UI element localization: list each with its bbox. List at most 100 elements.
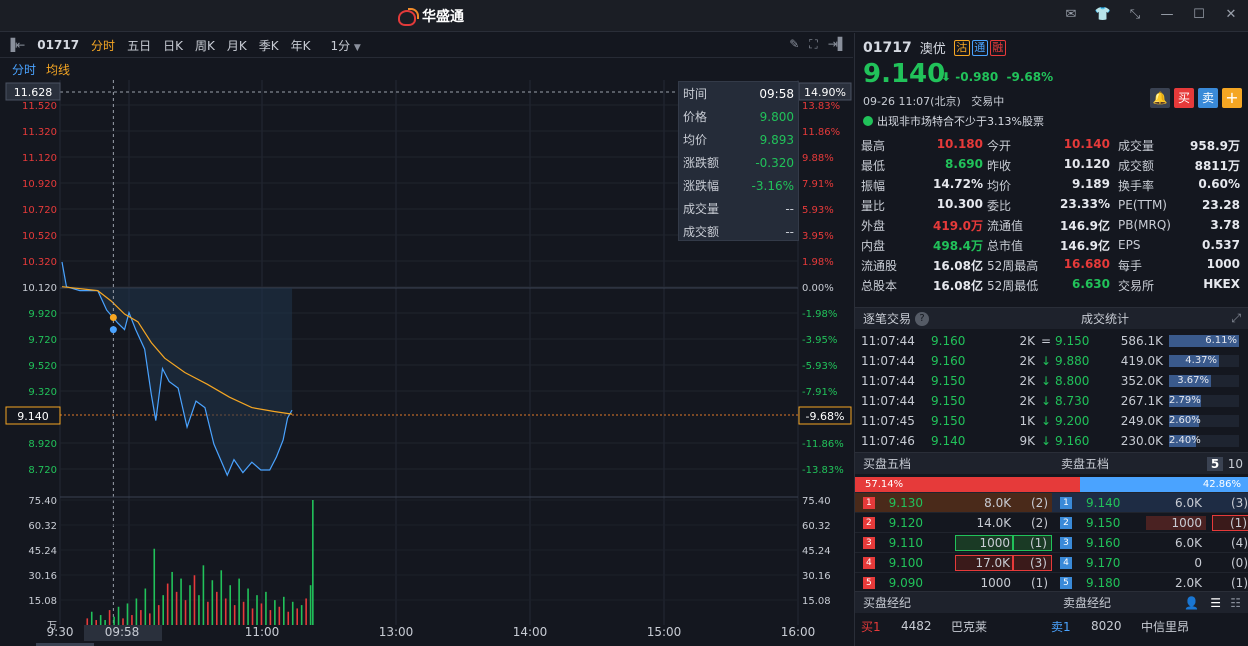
vol-price: 8.800 bbox=[1055, 374, 1090, 388]
stats-cell: 52周最高 16.680 bbox=[985, 257, 1112, 274]
sell-button[interactable]: 卖 bbox=[1198, 88, 1218, 108]
bid-level-index: 1 bbox=[863, 496, 875, 509]
mail-icon[interactable]: ✉ bbox=[1062, 7, 1080, 22]
volume-bar bbox=[269, 610, 272, 625]
price-tick-label: 9.520 bbox=[28, 361, 57, 372]
stats-value: 0.537 bbox=[1202, 238, 1240, 252]
shrink-icon[interactable]: ⤡ bbox=[1126, 7, 1144, 22]
tab-period-0[interactable]: 分时 bbox=[85, 37, 121, 54]
close-icon[interactable]: ✕ bbox=[1222, 7, 1240, 22]
tooltip-value: 9.800 bbox=[759, 109, 794, 124]
tick-row: 11:07:46 9.140 9K ↓ bbox=[861, 431, 1051, 451]
price-tick-label: 9.320 bbox=[28, 387, 57, 398]
tooltip-key: 时间 bbox=[683, 87, 708, 101]
down-arrow-icon: ⬇ bbox=[941, 70, 952, 84]
fullscreen-icon[interactable]: ⛶ bbox=[809, 37, 817, 52]
ask-price: 9.180 bbox=[1086, 575, 1121, 590]
app-brand: 华盛通 bbox=[398, 6, 464, 26]
tab-period-5[interactable]: 季K bbox=[253, 37, 285, 54]
vol-bar: 4.37% bbox=[1169, 355, 1220, 367]
down-arrow-icon: ↓ bbox=[1040, 414, 1051, 428]
quote-actions: 🔔 买 卖 + bbox=[1150, 88, 1242, 108]
sidebar-toggle-icon[interactable]: ▐⇤ bbox=[0, 38, 31, 52]
crosshair-time-label: 09:58 bbox=[105, 625, 140, 639]
levels-10-button[interactable]: 10 bbox=[1228, 457, 1243, 471]
stats-value: 10.140 bbox=[1063, 136, 1110, 151]
vol-stats-title[interactable]: 成交统计 bbox=[1081, 310, 1129, 327]
volume-bar bbox=[274, 600, 276, 625]
pencil-icon[interactable]: ✎ bbox=[789, 37, 799, 52]
tooltip-row: 均价 9.893 bbox=[679, 128, 798, 151]
tooltip-row: 涨跌幅 -3.16% bbox=[679, 174, 798, 197]
brand-name: 华盛通 bbox=[422, 9, 464, 25]
stats-cell: PE(TTM) 23.28 bbox=[1112, 198, 1242, 212]
ask-ratio-bar: 42.86% bbox=[1080, 477, 1248, 492]
stats-key: PB(MRQ) bbox=[1118, 218, 1171, 232]
bell-icon[interactable]: 🔔 bbox=[1150, 88, 1170, 108]
vol-price: 9.200 bbox=[1055, 414, 1090, 428]
interval-select[interactable]: 1分 ▼ bbox=[324, 37, 366, 54]
tab-intraday[interactable]: 分时 bbox=[12, 61, 36, 78]
stats-cell: 昨收 10.120 bbox=[985, 157, 1112, 174]
change-value: -0.980 bbox=[955, 70, 999, 84]
volume-bar bbox=[229, 585, 231, 625]
maximize-icon[interactable]: ☐ bbox=[1190, 7, 1208, 22]
stats-cell: 量比 10.300 bbox=[859, 197, 985, 214]
bid-level: 4 9.100 17.0K (3) bbox=[855, 553, 1052, 572]
volume-bar bbox=[242, 601, 245, 625]
stats-key: 最低 bbox=[861, 158, 886, 173]
tick-row: 11:07:44 9.150 2K ↓ bbox=[861, 391, 1051, 411]
stats-key: 内盘 bbox=[861, 238, 886, 253]
quote-code: 01717 bbox=[863, 39, 912, 56]
bid-qty: 17.0K bbox=[954, 554, 1014, 571]
buy-button[interactable]: 买 bbox=[1174, 88, 1194, 108]
list-view-icon[interactable]: ☰ bbox=[1210, 596, 1221, 610]
volume-bar bbox=[117, 606, 120, 625]
vol-price: 9.160 bbox=[1055, 434, 1090, 448]
ask-orders: (3) bbox=[1231, 495, 1248, 510]
tick-qty: 2K bbox=[1019, 334, 1035, 348]
ticks-title[interactable]: 逐笔交易 bbox=[863, 310, 911, 327]
help-icon[interactable]: ? bbox=[915, 311, 930, 326]
orderbook-row: 4 9.100 17.0K (3) 4 9.170 0 (0) bbox=[855, 552, 1248, 572]
tick-price: 9.160 bbox=[931, 334, 966, 348]
levels-5-button[interactable]: 5 bbox=[1207, 456, 1223, 471]
price-tick-label: 10.120 bbox=[22, 283, 57, 294]
tab-period-3[interactable]: 周K bbox=[189, 37, 221, 54]
pct-tick-label: -13.83% bbox=[802, 465, 844, 476]
down-arrow-icon: ↓ bbox=[1040, 434, 1051, 448]
shirt-icon[interactable]: 👕 bbox=[1094, 7, 1112, 22]
quote-panel: 01717 澳优 沽 通 融 9.140 ⬇ -0.980 -9.68% 09-… bbox=[854, 33, 1248, 646]
tab-period-4[interactable]: 月K bbox=[221, 37, 253, 54]
tick-row: 11:07:44 9.160 2K ↓ bbox=[861, 351, 1051, 371]
stats-key: 每手 bbox=[1118, 258, 1143, 273]
tick-qty: 1K bbox=[1019, 414, 1035, 428]
broker-row: 买1 4482 巴克莱 卖1 8020 中信里昂 bbox=[855, 615, 1248, 637]
price-tick-label: 11.520 bbox=[22, 101, 57, 112]
price-tick-label: 10.920 bbox=[22, 179, 57, 190]
tab-period-1[interactable]: 五日 bbox=[121, 37, 157, 54]
bid-qty: 1000 bbox=[954, 534, 1014, 551]
volume-bar bbox=[175, 591, 178, 625]
volume-bar bbox=[171, 571, 173, 625]
collapse-right-icon[interactable]: ⇥▌ bbox=[828, 37, 847, 52]
volume-bar bbox=[108, 610, 111, 625]
tooltip-row: 价格 9.800 bbox=[679, 105, 798, 128]
tick-row: 11:07:45 9.150 1K ↓ bbox=[861, 411, 1051, 431]
tab-period-6[interactable]: 年K bbox=[285, 37, 317, 54]
person-icon[interactable]: 👤 bbox=[1184, 596, 1199, 610]
tab-period-2[interactable]: 日K bbox=[157, 37, 189, 54]
expand-icon[interactable]: ⤢ bbox=[1231, 311, 1241, 326]
minimize-icon[interactable]: — bbox=[1158, 7, 1176, 22]
bid-level: 3 9.110 1000 (1) bbox=[855, 533, 1052, 552]
tab-average-line[interactable]: 均线 bbox=[46, 61, 70, 78]
add-watchlist-button[interactable]: + bbox=[1222, 88, 1242, 108]
stats-key: 换手率 bbox=[1118, 178, 1155, 193]
volume-bar bbox=[216, 591, 218, 625]
volume-bar bbox=[251, 608, 254, 625]
price-tick-label: 9.720 bbox=[28, 335, 57, 346]
stats-cell: 每手 1000 bbox=[1112, 257, 1242, 274]
stats-cell: 内盘 498.4万 bbox=[859, 237, 985, 254]
grid-view-icon[interactable]: ☷ bbox=[1230, 596, 1241, 610]
ask-level-index: 4 bbox=[1060, 556, 1072, 569]
